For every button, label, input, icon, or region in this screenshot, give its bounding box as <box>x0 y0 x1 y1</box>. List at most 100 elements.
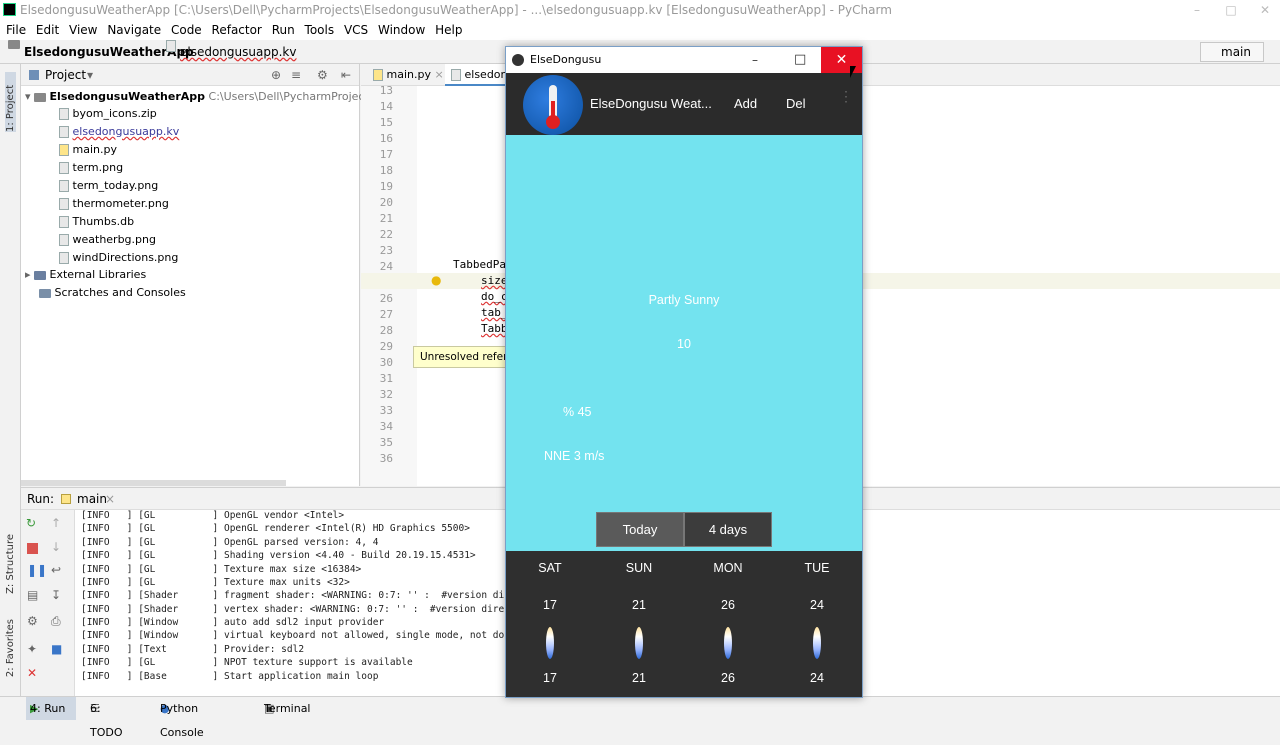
project-tool-tab[interactable]: 1: Project <box>5 72 16 132</box>
add-button[interactable]: Add <box>734 96 757 111</box>
tree-file[interactable]: main.py <box>59 141 117 159</box>
tree-file[interactable]: windDirections.png <box>59 249 178 267</box>
line-number: 29 <box>379 340 393 353</box>
locate-icon[interactable]: ⊕ <box>271 64 281 86</box>
bottom-tool-bar: ▶ 4: Run ☰ 6: TODO ● Python Console ▣ Te… <box>0 696 1280 739</box>
branch-selector[interactable]: main <box>1200 42 1264 62</box>
line-number: 13 <box>379 84 393 97</box>
tree-file[interactable]: term.png <box>59 159 123 177</box>
run-config-label[interactable]: main <box>77 488 107 510</box>
tree-file[interactable]: elsedongusuapp.kv <box>59 123 179 141</box>
scroll-end-icon[interactable]: ↧ <box>51 588 65 602</box>
forecast-low: 24 <box>810 671 824 685</box>
tab-terminal-label: Terminal <box>264 702 311 715</box>
gear-icon[interactable]: ⚙ <box>317 64 328 86</box>
log-line: [INFO ] [GL ] Texture max units <32> <box>81 577 350 588</box>
code-line[interactable]: size <box>481 274 508 287</box>
horizontal-scrollbar[interactable] <box>21 480 286 486</box>
line-number: 33 <box>379 404 393 417</box>
lightbulb-icon[interactable]: ● <box>431 273 441 287</box>
settings-icon[interactable]: ⚙ <box>27 614 41 628</box>
line-number: 14 <box>379 100 393 113</box>
tab-main-py[interactable]: main.py × <box>367 64 450 86</box>
folder-icon <box>34 92 47 102</box>
menu-refactor[interactable]: Refactor <box>206 20 262 40</box>
menu-edit[interactable]: Edit <box>30 20 59 40</box>
menu-vcs[interactable]: VCS <box>338 20 368 40</box>
project-view-label[interactable]: Project <box>45 64 86 86</box>
down-icon[interactable]: ↓ <box>51 540 65 554</box>
kivy-logo-icon <box>512 54 524 66</box>
up-icon[interactable]: ↑ <box>51 516 65 530</box>
thermometer-icon <box>523 75 583 135</box>
tree-scratches[interactable]: Scratches and Consoles <box>39 284 186 302</box>
chevron-down-icon[interactable]: ▾ <box>87 64 93 86</box>
line-number: 18 <box>379 164 393 177</box>
project-view-icon <box>29 70 39 80</box>
wrap-icon[interactable]: ↩ <box>51 563 65 577</box>
chevron-down-icon: ▾ <box>25 90 31 103</box>
code-line[interactable]: tab_ <box>481 306 508 319</box>
tree-file[interactable]: Thumbs.db <box>59 213 134 231</box>
menu-code[interactable]: Code <box>165 20 202 40</box>
mouse-cursor-icon <box>850 66 856 78</box>
tree-file-label: weatherbg.png <box>72 233 156 246</box>
pause-icon[interactable]: ❚❚ <box>27 563 47 577</box>
favorites-tool-tab[interactable]: 2: Favorites <box>5 619 16 677</box>
pin-icon[interactable]: ✦ <box>27 642 41 656</box>
hide-panel-icon[interactable]: ⇤ <box>341 64 351 86</box>
log-line: [INFO ] [Text ] Provider: sdl2 <box>81 644 305 655</box>
tree-file[interactable]: term_today.png <box>59 177 158 195</box>
maximize-icon[interactable]: □ <box>1214 0 1248 20</box>
line-number: 34 <box>379 420 393 433</box>
forecast-low: 17 <box>543 671 557 685</box>
forecast-low: 21 <box>632 671 646 685</box>
tree-file[interactable]: weatherbg.png <box>59 231 156 249</box>
line-number: 15 <box>379 116 393 129</box>
forecast-day: MON <box>713 561 743 575</box>
minimize-icon[interactable]: – <box>1180 0 1214 20</box>
weather-condition: Partly Sunny <box>648 293 720 307</box>
tab-4-days[interactable]: 4 days <box>684 512 772 547</box>
menu-help[interactable]: Help <box>429 20 462 40</box>
action-bar: ElseDongusu Weat... Add Del ⋮ <box>506 73 862 135</box>
line-number: 16 <box>379 132 393 145</box>
structure-tool-tab[interactable]: Z: Structure <box>5 534 16 594</box>
python-file-icon <box>373 69 383 81</box>
menu-file[interactable]: File <box>0 20 26 40</box>
tab-run[interactable]: ▶ 4: Run <box>26 697 76 720</box>
tree-file-label: thermometer.png <box>72 197 169 210</box>
maximize-icon[interactable]: □ <box>794 47 806 73</box>
stop-icon[interactable] <box>27 543 38 554</box>
tab-today[interactable]: Today <box>596 512 684 547</box>
print-icon[interactable]: ⎙ <box>51 614 65 628</box>
close-icon[interactable]: × <box>434 68 443 81</box>
menu-navigate[interactable]: Navigate <box>101 20 161 40</box>
image-file-icon <box>59 252 69 264</box>
tree-root[interactable]: ▾ ElsedongusuWeatherApp C:\Users\Dell\Py… <box>25 88 408 106</box>
menu-view[interactable]: View <box>63 20 97 40</box>
menu-run[interactable]: Run <box>266 20 295 40</box>
code-line[interactable]: TabbedPa <box>453 258 506 271</box>
close-icon[interactable]: ✕ <box>27 666 41 680</box>
close-icon[interactable]: × <box>105 488 115 510</box>
tree-file[interactable]: thermometer.png <box>59 195 169 213</box>
menu-window[interactable]: Window <box>372 20 425 40</box>
minimize-icon[interactable]: – <box>752 47 758 73</box>
tree-external-libraries[interactable]: ▸ External Libraries <box>25 266 146 284</box>
del-button[interactable]: Del <box>786 96 806 111</box>
breadcrumb-file[interactable]: elsedongusuapp.kv <box>180 40 296 64</box>
trash-icon[interactable]: ■ <box>51 642 65 656</box>
close-icon[interactable]: ✕ <box>1248 0 1280 20</box>
rerun-icon[interactable]: ↻ <box>26 516 40 530</box>
temperature-bar-icon <box>546 627 554 659</box>
code-line[interactable]: Tabb <box>481 322 508 335</box>
tree-file[interactable]: byom_icons.zip <box>59 105 157 123</box>
collapse-icon[interactable]: ≡ <box>291 64 301 86</box>
layout-icon[interactable]: ▤ <box>27 588 41 602</box>
line-number: 32 <box>379 388 393 401</box>
code-line[interactable]: do_c <box>481 290 508 303</box>
kv-file-icon <box>59 126 69 138</box>
menu-tools[interactable]: Tools <box>299 20 335 40</box>
overflow-menu-icon[interactable]: ⋮ <box>839 89 853 103</box>
